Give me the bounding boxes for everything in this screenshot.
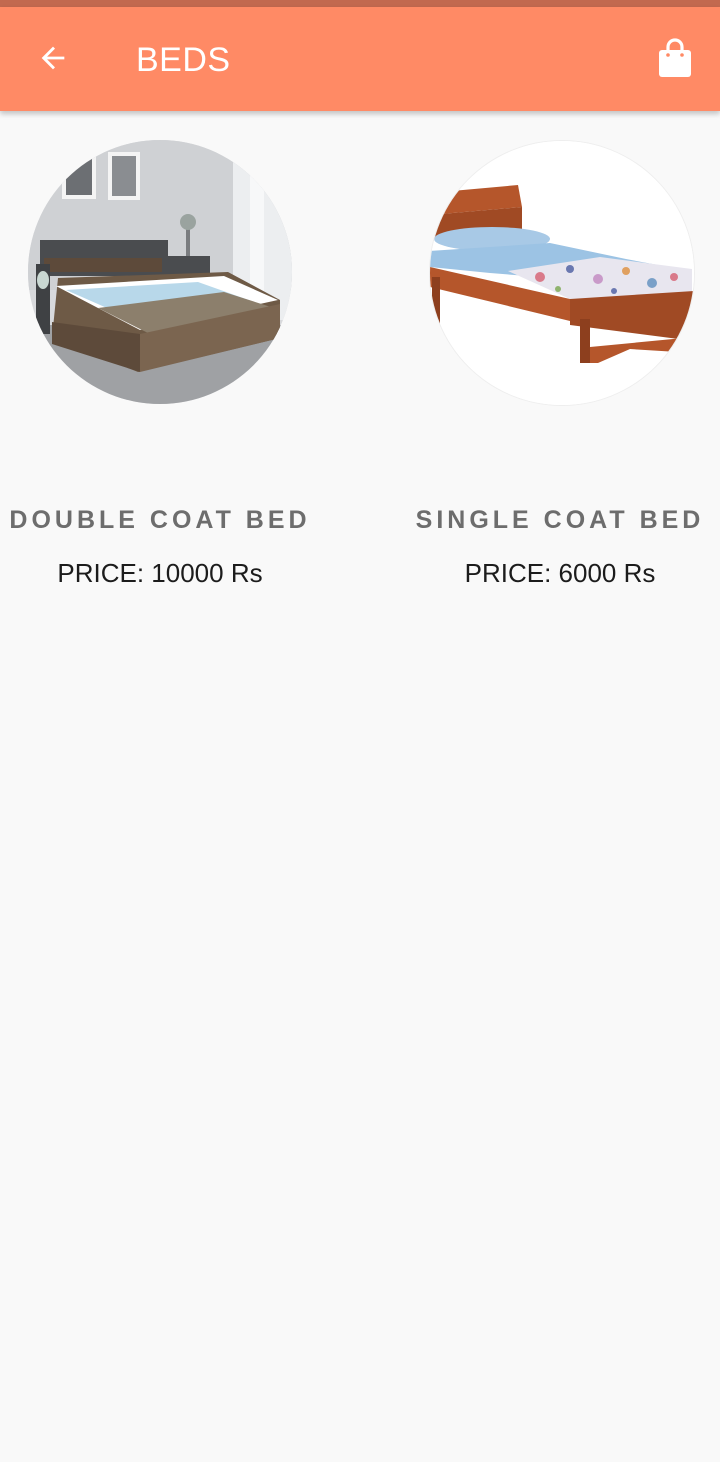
double-bed-image [28, 140, 292, 404]
page-title: BEDS [136, 41, 231, 79]
arrow-left-icon [36, 41, 70, 80]
app-bar: BEDS [0, 7, 720, 111]
product-price: PRICE: 6000 Rs [464, 558, 656, 588]
cart-button[interactable] [648, 35, 702, 85]
single-bed-image [429, 140, 695, 406]
product-name: DOUBLE COAT BED [9, 506, 311, 534]
status-bar [0, 0, 720, 7]
back-button[interactable] [23, 38, 83, 82]
shopping-bag-icon [658, 37, 692, 83]
product-name: SINGLE COAT BED [415, 506, 705, 534]
product-price: PRICE: 10000 Rs [57, 558, 263, 588]
